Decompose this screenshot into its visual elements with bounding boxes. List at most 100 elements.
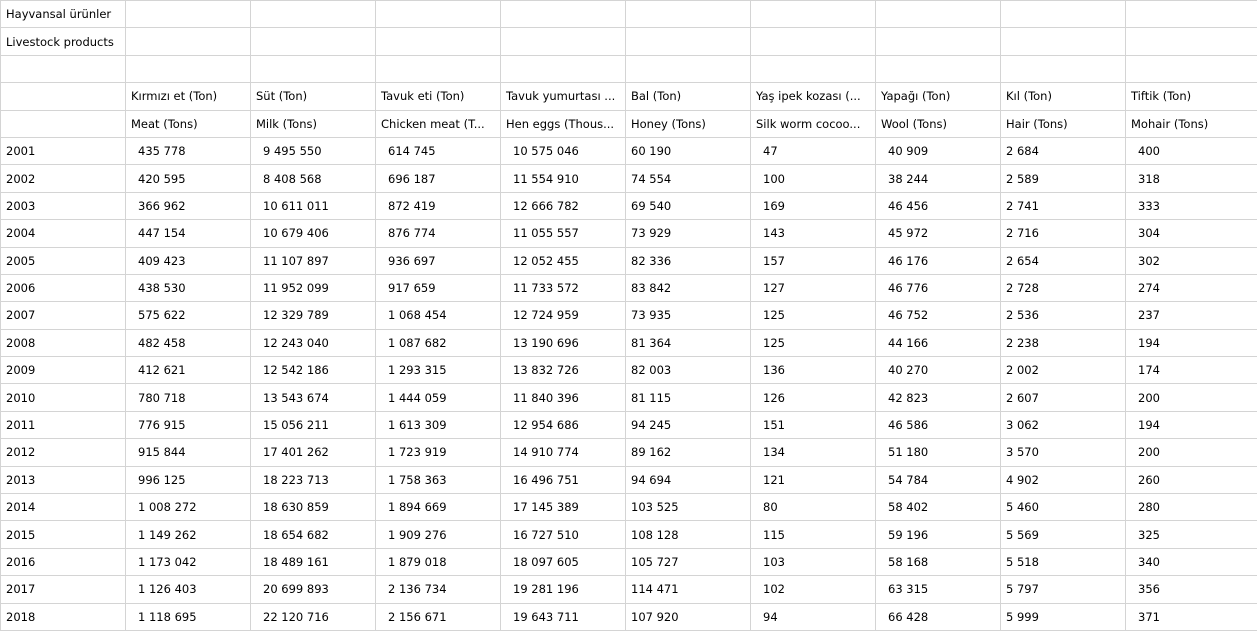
empty-cell[interactable] <box>875 27 1001 56</box>
value-cell[interactable]: 18 489 161 <box>250 547 376 577</box>
value-cell[interactable]: 94 694 <box>625 465 751 495</box>
value-cell[interactable]: 194 <box>1125 328 1257 358</box>
header-cell-tr[interactable]: Bal (Ton) <box>625 82 751 111</box>
value-cell[interactable]: 5 569 <box>1000 520 1126 549</box>
empty-cell[interactable] <box>250 27 376 56</box>
value-cell[interactable]: 776 915 <box>125 410 251 440</box>
value-cell[interactable]: 10 575 046 <box>500 136 626 166</box>
title-cell-en[interactable]: Livestock products <box>0 27 126 56</box>
value-cell[interactable]: 13 832 726 <box>500 356 626 385</box>
value-cell[interactable]: 435 778 <box>125 136 251 166</box>
value-cell[interactable]: 400 <box>1125 136 1257 166</box>
year-cell[interactable]: 2001 <box>0 136 126 166</box>
value-cell[interactable]: 157 <box>750 246 876 275</box>
value-cell[interactable]: 482 458 <box>125 328 251 358</box>
value-cell[interactable]: 14 910 774 <box>500 438 626 467</box>
value-cell[interactable]: 22 120 716 <box>250 602 376 631</box>
value-cell[interactable]: 280 <box>1125 493 1257 522</box>
value-cell[interactable]: 18 630 859 <box>250 493 376 522</box>
value-cell[interactable]: 371 <box>1125 602 1257 631</box>
value-cell[interactable]: 996 125 <box>125 465 251 495</box>
value-cell[interactable]: 42 823 <box>875 383 1001 412</box>
value-cell[interactable]: 13 543 674 <box>250 383 376 412</box>
value-cell[interactable]: 780 718 <box>125 383 251 412</box>
value-cell[interactable]: 2 684 <box>1000 136 1126 166</box>
value-cell[interactable]: 63 315 <box>875 575 1001 604</box>
year-cell[interactable]: 2003 <box>0 191 126 221</box>
value-cell[interactable]: 10 679 406 <box>250 219 376 248</box>
value-cell[interactable]: 40 270 <box>875 356 1001 385</box>
value-cell[interactable]: 11 952 099 <box>250 273 376 303</box>
year-cell[interactable]: 2005 <box>0 246 126 275</box>
empty-cell[interactable] <box>1125 27 1257 56</box>
empty-cell[interactable] <box>625 54 751 84</box>
value-cell[interactable]: 1 444 059 <box>375 383 501 412</box>
value-cell[interactable]: 12 542 186 <box>250 356 376 385</box>
value-cell[interactable]: 1 087 682 <box>375 328 501 358</box>
value-cell[interactable]: 2 728 <box>1000 273 1126 303</box>
year-cell[interactable]: 2014 <box>0 493 126 522</box>
value-cell[interactable]: 340 <box>1125 547 1257 577</box>
value-cell[interactable]: 115 <box>750 520 876 549</box>
value-cell[interactable]: 169 <box>750 191 876 221</box>
value-cell[interactable]: 51 180 <box>875 438 1001 467</box>
value-cell[interactable]: 134 <box>750 438 876 467</box>
header-cell-en[interactable]: Milk (Tons) <box>250 109 376 138</box>
header-cell-tr[interactable]: Tavuk eti (Ton) <box>375 82 501 111</box>
value-cell[interactable]: 412 621 <box>125 356 251 385</box>
value-cell[interactable]: 18 654 682 <box>250 520 376 549</box>
value-cell[interactable]: 11 055 557 <box>500 219 626 248</box>
value-cell[interactable]: 409 423 <box>125 246 251 275</box>
year-cell[interactable]: 2006 <box>0 273 126 303</box>
header-cell-en[interactable]: Chicken meat (T... <box>375 109 501 138</box>
empty-cell[interactable] <box>375 54 501 84</box>
value-cell[interactable]: 10 611 011 <box>250 191 376 221</box>
value-cell[interactable]: 3 570 <box>1000 438 1126 467</box>
year-cell[interactable]: 2018 <box>0 602 126 631</box>
value-cell[interactable]: 2 238 <box>1000 328 1126 358</box>
value-cell[interactable]: 200 <box>1125 383 1257 412</box>
value-cell[interactable]: 83 842 <box>625 273 751 303</box>
value-cell[interactable]: 58 402 <box>875 493 1001 522</box>
header-cell-en[interactable]: Meat (Tons) <box>125 109 251 138</box>
value-cell[interactable]: 18 097 605 <box>500 547 626 577</box>
empty-cell[interactable] <box>750 27 876 56</box>
empty-cell[interactable] <box>1000 0 1126 29</box>
value-cell[interactable]: 11 733 572 <box>500 273 626 303</box>
value-cell[interactable]: 876 774 <box>375 219 501 248</box>
value-cell[interactable]: 1 173 042 <box>125 547 251 577</box>
value-cell[interactable]: 12 052 455 <box>500 246 626 275</box>
value-cell[interactable]: 12 954 686 <box>500 410 626 440</box>
value-cell[interactable]: 82 003 <box>625 356 751 385</box>
header-cell-tr[interactable]: Yaş ipek kozası (... <box>750 82 876 111</box>
empty-cell[interactable] <box>625 0 751 29</box>
value-cell[interactable]: 151 <box>750 410 876 440</box>
value-cell[interactable]: 5 797 <box>1000 575 1126 604</box>
value-cell[interactable]: 1 758 363 <box>375 465 501 495</box>
value-cell[interactable]: 420 595 <box>125 164 251 193</box>
header-cell-en[interactable]: Wool (Tons) <box>875 109 1001 138</box>
value-cell[interactable]: 438 530 <box>125 273 251 303</box>
value-cell[interactable]: 80 <box>750 493 876 522</box>
value-cell[interactable]: 74 554 <box>625 164 751 193</box>
value-cell[interactable]: 59 196 <box>875 520 1001 549</box>
year-cell[interactable]: 2015 <box>0 520 126 549</box>
value-cell[interactable]: 125 <box>750 301 876 330</box>
value-cell[interactable]: 108 128 <box>625 520 751 549</box>
value-cell[interactable]: 1 118 695 <box>125 602 251 631</box>
value-cell[interactable]: 105 727 <box>625 547 751 577</box>
value-cell[interactable]: 100 <box>750 164 876 193</box>
value-cell[interactable]: 127 <box>750 273 876 303</box>
value-cell[interactable]: 20 699 893 <box>250 575 376 604</box>
value-cell[interactable]: 69 540 <box>625 191 751 221</box>
value-cell[interactable]: 2 536 <box>1000 301 1126 330</box>
empty-cell[interactable] <box>1000 54 1126 84</box>
value-cell[interactable]: 333 <box>1125 191 1257 221</box>
value-cell[interactable]: 103 525 <box>625 493 751 522</box>
value-cell[interactable]: 260 <box>1125 465 1257 495</box>
value-cell[interactable]: 12 666 782 <box>500 191 626 221</box>
value-cell[interactable]: 1 149 262 <box>125 520 251 549</box>
value-cell[interactable]: 1 879 018 <box>375 547 501 577</box>
value-cell[interactable]: 614 745 <box>375 136 501 166</box>
empty-cell[interactable] <box>125 27 251 56</box>
